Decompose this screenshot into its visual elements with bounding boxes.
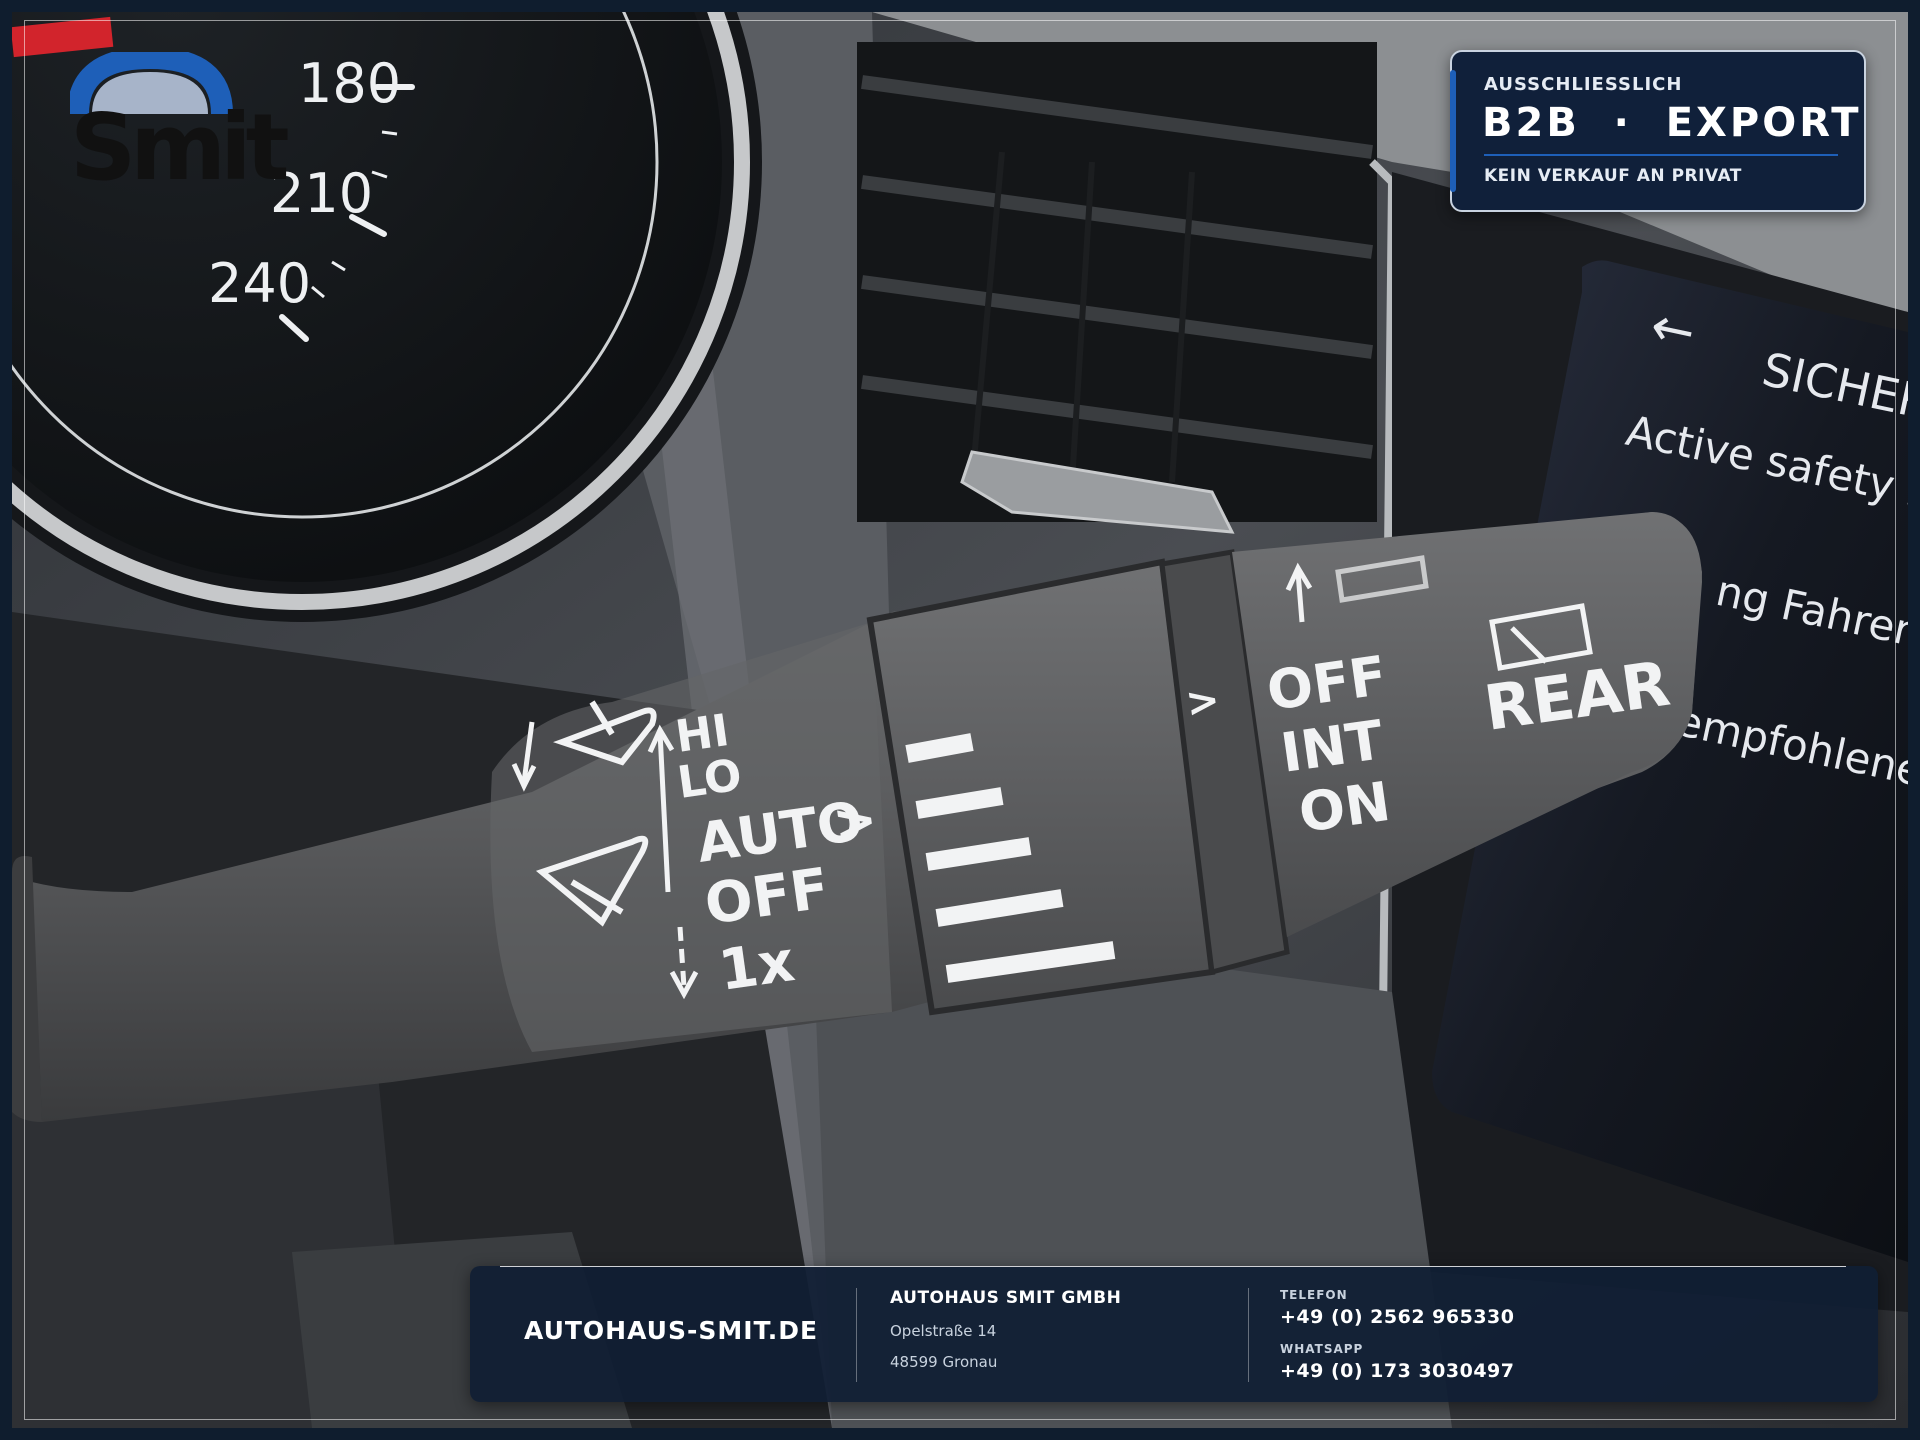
company-name: AUTOHAUS SMIT GMBH [890, 1288, 1122, 1308]
contact-footer: AUTOHAUS-SMIT.DE AUTOHAUS SMIT GMBH Opel… [470, 1266, 1878, 1402]
b2b-export-badge: AUSSCHLIESSLICH B2B · EXPORT KEIN VERKAU… [1450, 50, 1866, 212]
speedo-label-210: 210 [270, 162, 373, 225]
stalk-label-1x: 1x [715, 929, 798, 1004]
phone-label: TELEFON [1280, 1288, 1348, 1302]
footer-top-rule [500, 1266, 1846, 1267]
badge-main-text: B2B · EXPORT [1482, 100, 1862, 146]
website-link[interactable]: AUTOHAUS-SMIT.DE [524, 1316, 818, 1345]
badge-separator: · [1613, 100, 1632, 146]
stalk-label-arrow: > [829, 789, 881, 854]
image-frame: ← SICHERH Active safety brake ng Fahrera… [0, 0, 1920, 1440]
footer-divider [1248, 1288, 1249, 1382]
dashboard-photo: ← SICHERH Active safety brake ng Fahrera… [12, 12, 1908, 1428]
badge-top-text: AUSSCHLIESSLICH [1484, 74, 1683, 95]
badge-b2b: B2B [1482, 100, 1580, 146]
photo-scene: ← SICHERH Active safety brake ng Fahrera… [12, 12, 1908, 1428]
badge-accent [1450, 70, 1456, 192]
speedo-label-180: 180 [298, 52, 401, 115]
logo-text: Smit [70, 94, 290, 201]
whatsapp-number[interactable]: +49 (0) 173 3030497 [1280, 1360, 1515, 1382]
stalk-label-on: ON [1295, 770, 1394, 845]
company-city: 48599 Gronau [890, 1353, 998, 1371]
badge-export: EXPORT [1665, 100, 1862, 146]
badge-divider [1484, 154, 1838, 156]
phone-number[interactable]: +49 (0) 2562 965330 [1280, 1306, 1515, 1328]
ring-arrow: > [1183, 677, 1223, 727]
footer-divider [856, 1288, 857, 1382]
smit-logo: Smit [70, 52, 290, 202]
speedo-label-240: 240 [208, 252, 311, 315]
stalk-label-lo: LO [674, 749, 744, 808]
company-street: Opelstraße 14 [890, 1322, 997, 1340]
badge-bottom-text: KEIN VERKAUF AN PRIVAT [1484, 166, 1742, 186]
whatsapp-label: WHATSAPP [1280, 1342, 1364, 1356]
